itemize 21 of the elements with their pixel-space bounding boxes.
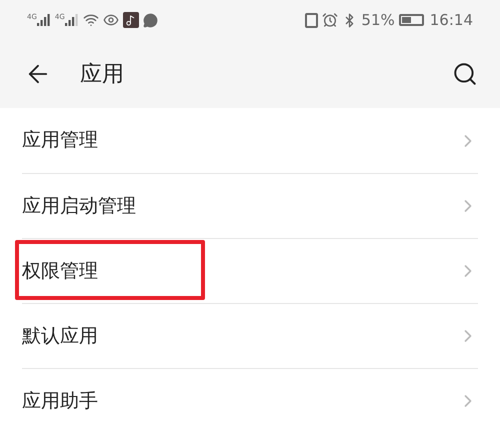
item-label: 应用管理 bbox=[22, 128, 98, 154]
eye-icon bbox=[102, 12, 119, 28]
battery-percent: 51% bbox=[361, 10, 395, 31]
battery-icon bbox=[398, 14, 424, 26]
settings-item[interactable]: 应用管理 bbox=[22, 108, 478, 173]
signal-icon bbox=[36, 14, 51, 26]
page-title: 应用 bbox=[80, 60, 124, 88]
item-label: 默认应用 bbox=[22, 324, 98, 349]
settings-item[interactable]: 默认应用 bbox=[22, 303, 478, 368]
settings-item[interactable]: 应用启动管理 bbox=[22, 173, 478, 238]
clock-time: 16:14 bbox=[430, 10, 473, 31]
settings-item[interactable]: 权限管理 bbox=[22, 238, 478, 303]
alarm-icon bbox=[322, 12, 338, 28]
item-label: 权限管理 bbox=[22, 258, 98, 284]
item-label: 应用启动管理 bbox=[22, 194, 136, 219]
signal-icon bbox=[64, 14, 79, 26]
wifi-icon bbox=[82, 12, 99, 28]
search-button[interactable] bbox=[452, 61, 478, 87]
settings-item[interactable]: 应用助手 bbox=[22, 368, 478, 433]
music-note-icon bbox=[122, 12, 139, 28]
item-label: 应用助手 bbox=[22, 388, 98, 414]
